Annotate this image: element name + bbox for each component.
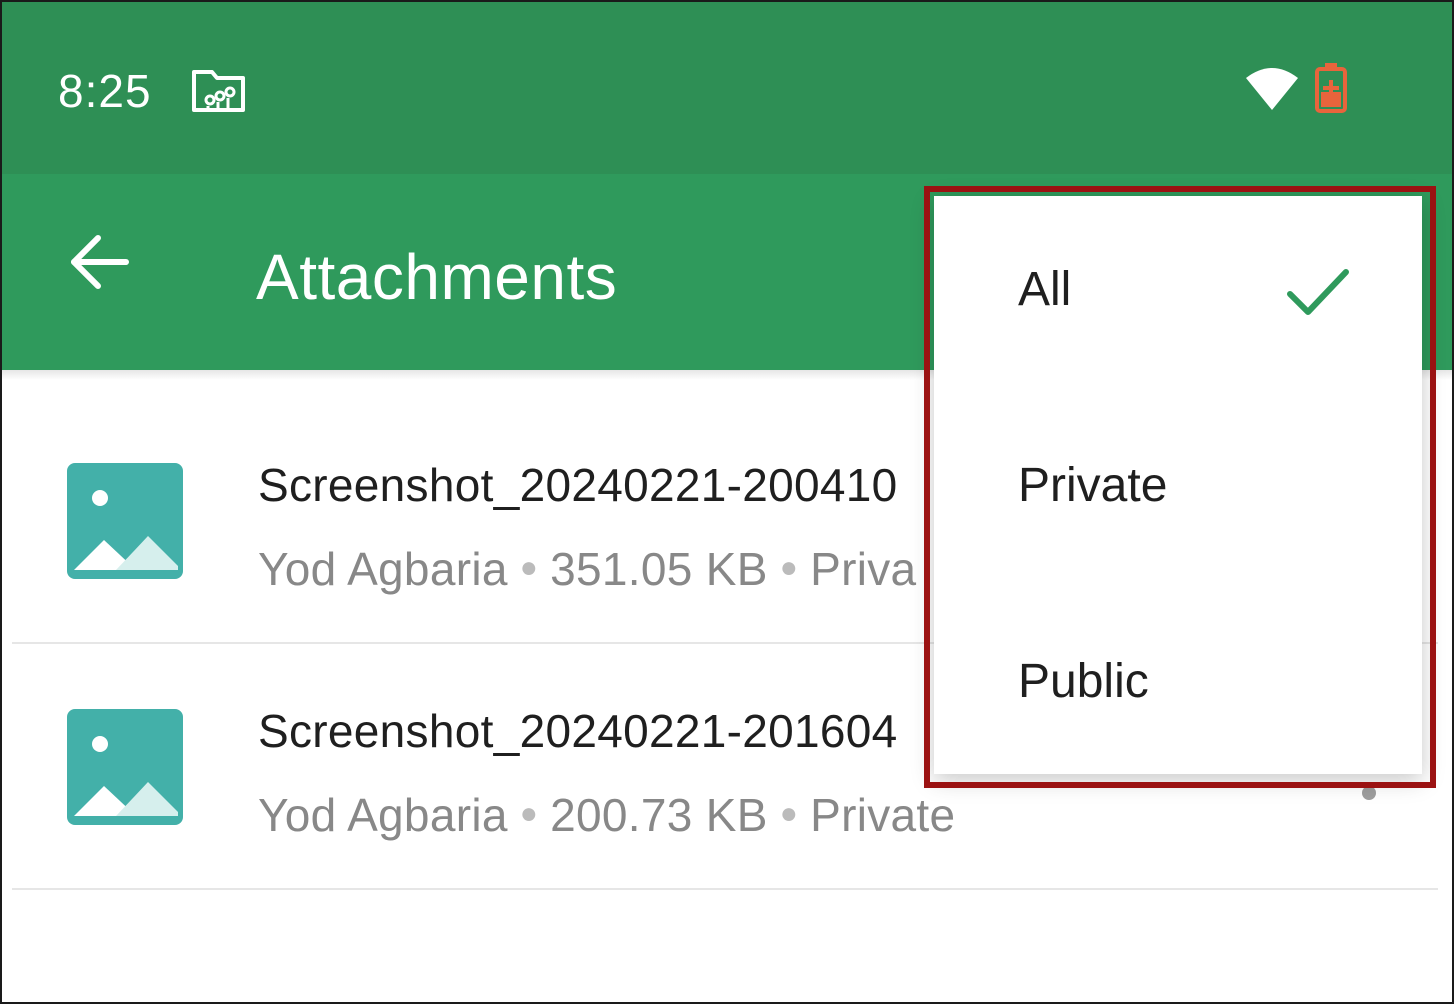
attachment-author: Yod Agbaria [258,543,508,595]
page-title: Attachments [256,241,618,313]
menu-item-private[interactable]: Private [934,390,1422,584]
attachment-visibility: Priva [810,543,917,595]
attachment-meta: Yod Agbaria ● 200.73 KB ● Private [258,788,955,842]
attachment-author: Yod Agbaria [258,789,508,841]
image-file-icon [67,709,183,825]
status-time: 8:25 [58,65,152,117]
menu-item-label: Private [1018,459,1168,512]
attachment-name: Screenshot_20240221-201604 [258,705,898,757]
separator-dot: ● [779,551,799,584]
attachment-visibility: Private [810,789,956,841]
checkmark-icon [1287,269,1349,315]
separator-dot: ● [519,797,539,830]
attachment-meta: Yod Agbaria ● 351.05 KB ● Priva [258,542,916,596]
menu-item-label: All [1018,263,1072,316]
overflow-menu-icon[interactable] [1362,786,1376,800]
image-file-icon [67,463,183,579]
screen: 8:25 Attachments Screenshot_20240221-200… [0,0,1454,1004]
separator-dot: ● [779,797,799,830]
attachment-size: 200.73 KB [550,789,768,841]
menu-item-all[interactable]: All [934,196,1422,390]
status-bar: 8:25 [2,2,1452,174]
filter-menu: All Private Public [934,196,1422,774]
attachment-name: Screenshot_20240221-200410 [258,459,898,511]
menu-item-label: Public [1018,655,1149,708]
separator-dot: ● [519,551,539,584]
menu-item-public[interactable]: Public [934,584,1422,778]
battery-charging-icon [1315,63,1347,113]
arrow-back-icon[interactable] [68,234,132,290]
folder-chart-icon [192,70,245,112]
list-divider [12,888,1438,890]
wifi-icon [1246,68,1298,110]
attachment-size: 351.05 KB [550,543,768,595]
